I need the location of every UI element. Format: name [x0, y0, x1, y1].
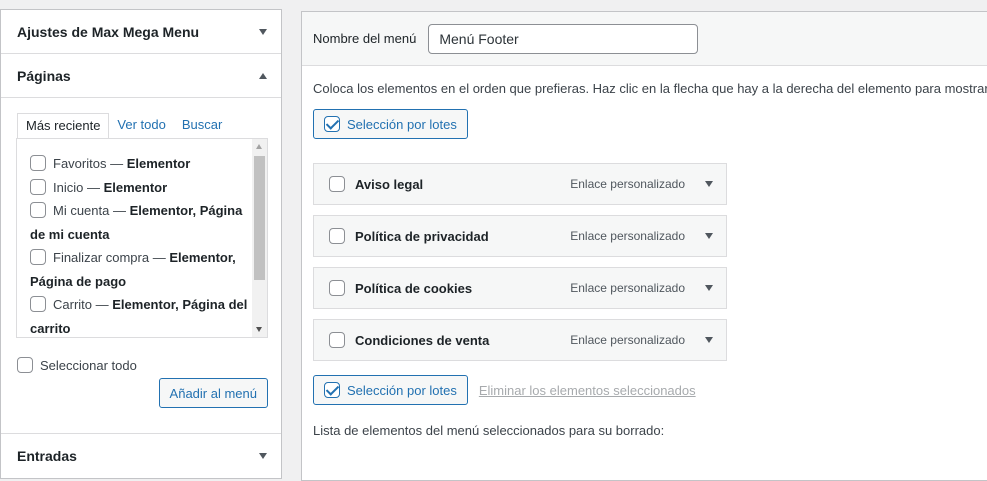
menu-header: Nombre del menú Menú Footer [302, 12, 987, 66]
list-item: Finalizar compra — Elementor, Página de … [30, 246, 249, 293]
page-checkbox[interactable] [30, 202, 46, 218]
separator: — [92, 297, 113, 312]
dropdown-arrow-icon[interactable] [705, 337, 713, 343]
page-name: Mi cuenta [53, 203, 110, 218]
list-item: Mi cuenta — Elementor, Página de mi cuen… [30, 199, 249, 246]
scroll-thumb[interactable] [254, 156, 265, 280]
page-name: Carrito [53, 297, 93, 312]
scroll-down-icon[interactable] [256, 327, 262, 332]
menu-item[interactable]: Política de privacidad Enlace personaliz… [313, 215, 727, 257]
list-item: Favoritos — Elementor [30, 152, 249, 176]
accordion-pages[interactable]: Páginas [1, 54, 281, 98]
item-toggle[interactable] [697, 233, 721, 239]
bulk-select-button[interactable]: Selección por lotes [313, 375, 468, 405]
separator: — [149, 250, 170, 265]
pages-list: Favoritos — Elementor Inicio — Elementor… [17, 139, 267, 337]
menu-name-input[interactable]: Menú Footer [428, 23, 699, 54]
accordion-title: Ajustes de Max Mega Menu [17, 23, 200, 40]
list-item: Carrito — Elementor, Página del carrito [30, 293, 249, 337]
select-all-label: Seleccionar todo [40, 358, 137, 373]
accordion-max-mega-menu-settings[interactable]: Ajustes de Max Mega Menu [1, 10, 281, 54]
page-tag: Elementor [126, 156, 191, 171]
dropdown-arrow-icon[interactable] [705, 233, 713, 239]
accordion-panel: Ajustes de Max Mega Menu Páginas Más rec… [0, 9, 282, 479]
item-toggle[interactable] [697, 285, 721, 291]
dropdown-arrow-icon[interactable] [705, 181, 713, 187]
page-checkbox[interactable] [30, 249, 46, 265]
menu-items-list: Aviso legal Enlace personalizado Polític… [313, 163, 987, 361]
menu-item-title: Aviso legal [355, 176, 424, 192]
page-name: Inicio [53, 179, 84, 195]
bulk-select-label: Selección por lotes [347, 116, 457, 132]
menu-item-type: Enlace personalizado [570, 229, 685, 243]
page-checkbox[interactable] [30, 296, 46, 312]
menu-item-type: Enlace personalizado [570, 177, 685, 191]
select-all-checkbox[interactable] [17, 357, 33, 373]
expand-arrow-icon[interactable] [259, 453, 267, 459]
menu-instructions: Coloca los elementos en el orden que pre… [313, 81, 987, 96]
menu-item-checkbox[interactable] [329, 228, 345, 244]
menu-name-value: Menú Footer [439, 30, 519, 47]
pages-section: Más reciente Ver todo Buscar Favoritos —… [1, 98, 281, 434]
page-checkbox[interactable] [30, 178, 46, 195]
scroll-up-icon[interactable] [256, 144, 262, 149]
collapse-arrow-icon[interactable] [259, 72, 267, 79]
menu-body: Coloca los elementos en el orden que pre… [302, 81, 987, 438]
accordion-title: Entradas [17, 448, 77, 464]
pages-list-panel: Favoritos — Elementor Inicio — Elementor… [16, 138, 268, 338]
menu-item-type: Enlace personalizado [570, 333, 685, 347]
separator: — [106, 156, 127, 171]
list-item: Inicio — Elementor [30, 176, 249, 200]
add-to-menu-row: Añadir al menú [16, 378, 268, 408]
scrollbar[interactable] [252, 139, 267, 337]
menu-management-panel: Nombre del menú Menú Footer Coloca los e… [301, 11, 987, 481]
tab-search[interactable]: Buscar [174, 113, 230, 138]
select-all-row[interactable]: Seleccionar todo [17, 357, 268, 373]
menu-item-type: Enlace personalizado [570, 281, 685, 295]
separator: — [109, 203, 130, 218]
bulk-select-button[interactable]: Selección por lotes [313, 109, 468, 139]
accordion-posts[interactable]: Entradas [1, 434, 281, 478]
dropdown-arrow-icon[interactable] [705, 285, 713, 291]
page-name: Finalizar compra [53, 250, 150, 265]
page-name: Favoritos [53, 156, 107, 171]
menu-item-checkbox[interactable] [329, 280, 345, 296]
menu-item-title: Condiciones de venta [355, 332, 490, 348]
pages-tabs: Más reciente Ver todo Buscar [17, 112, 268, 139]
separator: — [83, 179, 104, 195]
item-toggle[interactable] [697, 181, 721, 187]
menu-item[interactable]: Aviso legal Enlace personalizado [313, 163, 727, 205]
page-checkbox[interactable] [30, 155, 46, 171]
menu-item-checkbox[interactable] [329, 332, 345, 348]
bulk-select-checkbox[interactable] [324, 382, 340, 398]
page-tag: Elementor [103, 179, 168, 195]
add-to-menu-button[interactable]: Añadir al menú [158, 378, 268, 408]
menu-item[interactable]: Política de cookies Enlace personalizado [313, 267, 727, 309]
item-toggle[interactable] [697, 337, 721, 343]
expand-arrow-icon[interactable] [259, 28, 267, 35]
bulk-actions-row: Selección por lotes Eliminar los element… [313, 375, 987, 405]
menu-item[interactable]: Condiciones de venta Enlace personalizad… [313, 319, 727, 361]
menu-items-sidebar: Ajustes de Max Mega Menu Páginas Más rec… [0, 9, 282, 479]
menu-name-label: Nombre del menú [313, 31, 417, 46]
tab-most-recent[interactable]: Más reciente [17, 113, 110, 139]
pending-removal-label: Lista de elementos del menú seleccionado… [313, 423, 665, 438]
menu-item-checkbox[interactable] [329, 176, 345, 192]
menu-item-title: Política de privacidad [355, 228, 489, 244]
menu-item-title: Política de cookies [355, 280, 473, 296]
accordion-title: Páginas [17, 67, 71, 84]
tab-view-all[interactable]: Ver todo [109, 113, 173, 138]
bulk-select-label: Selección por lotes [347, 382, 457, 398]
delete-selected-link[interactable]: Eliminar los elementos seleccionados [479, 383, 696, 398]
bulk-select-checkbox[interactable] [324, 116, 340, 132]
